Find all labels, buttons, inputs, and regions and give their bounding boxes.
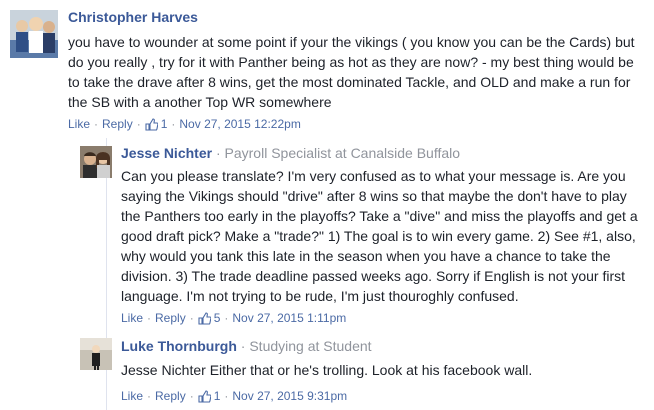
- timestamp[interactable]: Nov 27, 2015 9:31pm: [232, 389, 347, 403]
- thumbs-up-icon: [198, 389, 212, 403]
- separator: ·: [240, 338, 246, 354]
- comment-author[interactable]: Christopher Harves: [68, 9, 198, 25]
- separator: ·: [189, 311, 194, 325]
- comment-jesse-nichter: Jesse Nichter · Payroll Specialist at Ca…: [0, 140, 654, 330]
- comment-actions: Like · Reply · 5 · Nov 27, 2015 1:11pm: [121, 311, 346, 325]
- like-count[interactable]: 5: [214, 311, 221, 325]
- comment-author[interactable]: Jesse Nichter: [121, 145, 212, 161]
- author-role[interactable]: Payroll Specialist at Canalside Buffalo: [225, 145, 461, 161]
- separator: ·: [189, 389, 194, 403]
- like-link[interactable]: Like: [68, 117, 90, 131]
- separator: ·: [215, 145, 221, 161]
- comment-actions: Like · Reply · 1 · Nov 27, 2015 12:22pm: [68, 117, 301, 131]
- thumbs-up-icon: [145, 117, 159, 131]
- like-link[interactable]: Like: [121, 389, 143, 403]
- separator: ·: [171, 117, 176, 131]
- comment-christopher-harves: Christopher Harves you have to wounder a…: [0, 0, 654, 140]
- thumbs-up-icon: [198, 311, 212, 325]
- like-count[interactable]: 1: [161, 117, 168, 131]
- like-link[interactable]: Like: [121, 311, 143, 325]
- separator: ·: [224, 311, 229, 325]
- comment-text: Can you please translate? I'm very confu…: [121, 168, 642, 304]
- comment-text: Jesse Nichter Either that or he's trolli…: [121, 362, 533, 378]
- reply-link[interactable]: Reply: [155, 311, 186, 325]
- separator: ·: [224, 389, 229, 403]
- avatar[interactable]: [80, 146, 112, 178]
- avatar[interactable]: [10, 10, 58, 58]
- avatar[interactable]: [80, 338, 112, 370]
- author-role[interactable]: Studying at Student: [249, 338, 371, 354]
- reply-link[interactable]: Reply: [155, 389, 186, 403]
- timestamp[interactable]: Nov 27, 2015 1:11pm: [232, 311, 346, 325]
- timestamp[interactable]: Nov 27, 2015 12:22pm: [179, 117, 300, 131]
- reply-link[interactable]: Reply: [102, 117, 133, 131]
- comment-text: you have to wounder at some point if you…: [68, 34, 639, 110]
- like-count[interactable]: 1: [214, 389, 221, 403]
- comment-luke-thornburgh: Luke Thornburgh · Studying at Student Je…: [0, 333, 654, 410]
- separator: ·: [147, 389, 152, 403]
- separator: ·: [136, 117, 141, 131]
- comment-actions: Like · Reply · 1 · Nov 27, 2015 9:31pm: [121, 389, 347, 403]
- separator: ·: [94, 117, 99, 131]
- separator: ·: [147, 311, 152, 325]
- comment-author[interactable]: Luke Thornburgh: [121, 338, 237, 354]
